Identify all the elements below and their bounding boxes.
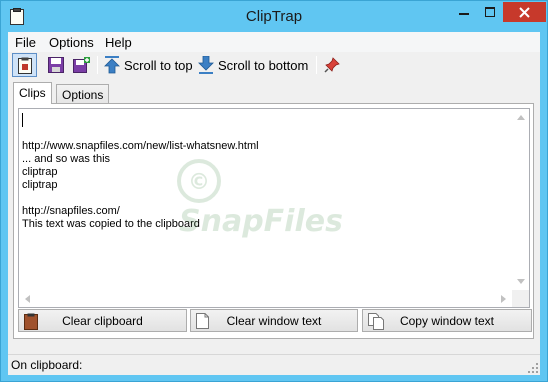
scroll-up-arrow-icon[interactable]	[512, 109, 529, 126]
save-button[interactable]	[48, 53, 66, 77]
clips-text-area[interactable]: http://www.snapfiles.com/new/list-whatsn…	[18, 108, 530, 308]
copy-pages-icon	[368, 313, 384, 330]
scroll-left-arrow-icon[interactable]	[19, 290, 36, 307]
menu-file[interactable]: File	[15, 35, 36, 50]
text-caret	[22, 113, 23, 127]
resize-grip-icon[interactable]	[528, 363, 538, 373]
clip-line: cliptrap	[22, 166, 58, 178]
close-button[interactable]	[503, 2, 546, 22]
clips-panel: http://www.snapfiles.com/new/list-whatsn…	[13, 103, 534, 339]
menu-bar: File Options Help	[8, 32, 540, 52]
status-label: On clipboard:	[11, 358, 83, 372]
tab-clips[interactable]: Clips	[13, 82, 52, 104]
clear-window-text-label: Clear window text	[226, 313, 322, 328]
title-bar[interactable]: ClipTrap	[1, 1, 547, 32]
copy-window-text-label: Copy window text	[399, 313, 495, 328]
blank-page-icon	[196, 313, 209, 329]
client-area: File Options Help Scroll to top Scroll t…	[8, 32, 540, 375]
pin-icon	[324, 57, 340, 73]
monitor-clipboard-button[interactable]	[12, 53, 37, 77]
clip-line: ... and so was this	[22, 153, 111, 165]
clip-line: cliptrap	[22, 179, 58, 191]
vertical-scrollbar[interactable]	[512, 109, 529, 290]
clipboard-brown-icon	[24, 313, 38, 330]
arrow-up-icon	[104, 56, 120, 74]
action-buttons: Clear clipboard Clear window text Copy w…	[18, 309, 532, 333]
tab-strip: Clips Options	[8, 82, 540, 104]
menu-help[interactable]: Help	[105, 35, 132, 50]
tab-options[interactable]: Options	[56, 84, 110, 104]
toolbar-separator	[97, 56, 98, 74]
clip-line	[22, 192, 259, 205]
toolbar-separator	[316, 56, 317, 74]
save-all-button[interactable]	[73, 53, 91, 77]
app-window: ClipTrap File Options Help Scroll to top…	[0, 0, 548, 382]
save-icon	[48, 57, 64, 73]
menu-options[interactable]: Options	[49, 35, 94, 50]
minimize-button[interactable]	[451, 2, 477, 22]
save-all-icon	[73, 57, 90, 73]
clip-line: This text was copied to the clipboard	[22, 218, 200, 230]
clipboard-icon	[17, 57, 32, 74]
scroll-down-arrow-icon[interactable]	[512, 273, 529, 290]
clip-line: http://www.snapfiles.com/new/list-whatsn…	[22, 140, 259, 152]
scroll-to-bottom-button[interactable]: Scroll to bottom	[198, 53, 308, 77]
maximize-button[interactable]	[477, 2, 503, 22]
scroll-right-arrow-icon[interactable]	[495, 290, 512, 307]
scroll-to-top-button[interactable]: Scroll to top	[104, 53, 193, 77]
arrow-down-icon	[198, 56, 214, 74]
stay-on-top-button[interactable]	[324, 53, 342, 77]
copy-window-text-button[interactable]: Copy window text	[362, 309, 532, 332]
clip-line: http://snapfiles.com/	[22, 205, 120, 217]
horizontal-scrollbar[interactable]	[19, 290, 512, 307]
clip-lines: http://www.snapfiles.com/new/list-whatsn…	[22, 140, 259, 231]
clear-clipboard-label: Clear clipboard	[62, 313, 143, 328]
clear-window-text-button[interactable]: Clear window text	[190, 309, 358, 332]
clear-clipboard-button[interactable]: Clear clipboard	[18, 309, 187, 332]
scroll-to-bottom-label: Scroll to bottom	[218, 57, 309, 73]
scroll-to-top-label: Scroll to top	[124, 57, 193, 73]
toolbar: Scroll to top Scroll to bottom	[8, 52, 540, 78]
status-bar: On clipboard:	[8, 354, 540, 375]
scrollbar-corner	[512, 290, 529, 307]
